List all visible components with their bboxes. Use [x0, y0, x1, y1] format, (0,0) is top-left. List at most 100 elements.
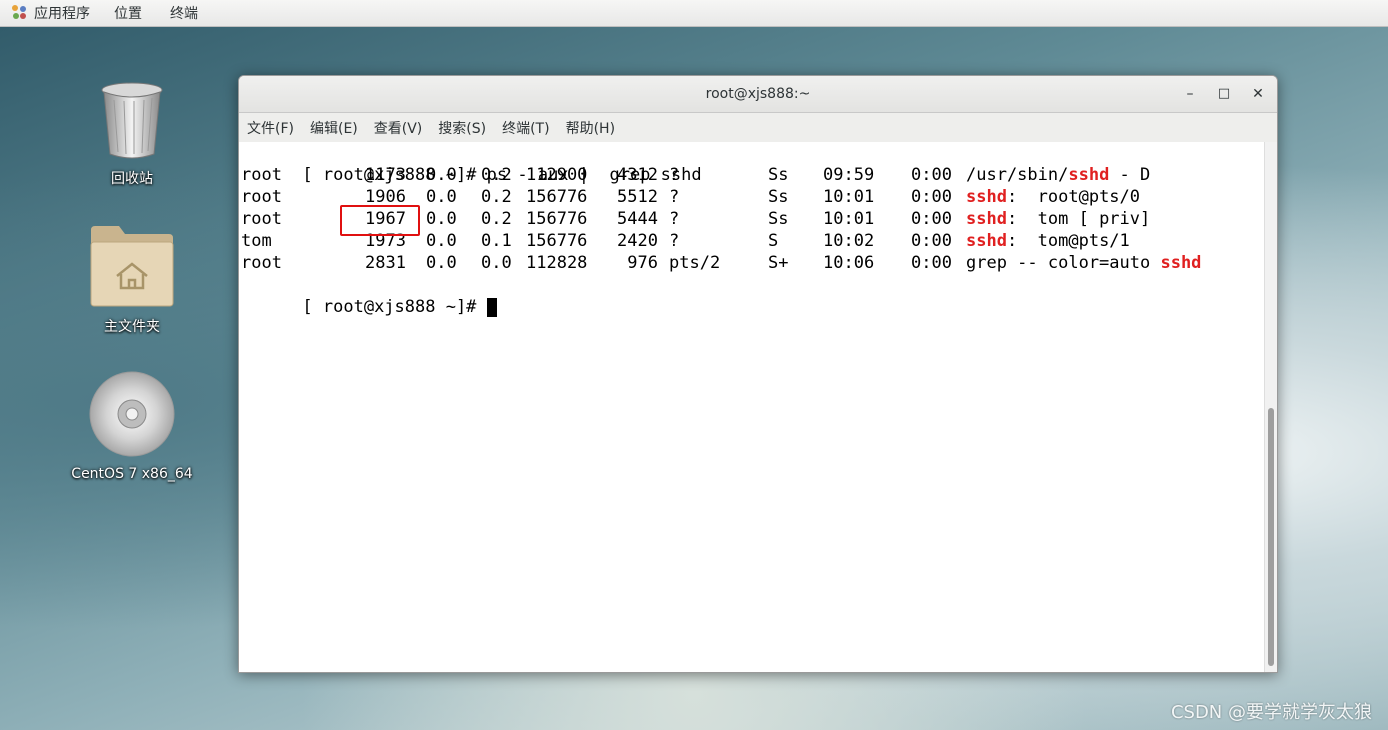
highlighted-match: sshd: [966, 231, 1007, 251]
cell-start: 10:01: [823, 209, 875, 229]
places-menu[interactable]: 位置: [100, 3, 156, 23]
applications-icon: [12, 5, 28, 21]
cell-start: 10:02: [823, 231, 875, 251]
cell-cpu: 0.0: [426, 253, 457, 273]
terminal-output[interactable]: [ root@xjs888 ~]# ps - aux | grep sshd r…: [239, 142, 1265, 672]
cell-rss: 5512: [617, 187, 658, 207]
close-button[interactable]: ✕: [1248, 84, 1268, 104]
cell-pid: 2831: [365, 253, 406, 273]
disc-label: CentOS 7 x86_64: [71, 466, 193, 482]
cell-rss: 2420: [617, 231, 658, 251]
cell-stat: Ss: [768, 165, 789, 185]
scrollbar[interactable]: [1264, 142, 1277, 672]
cell-user: root: [241, 187, 282, 207]
cell-stat: Ss: [768, 209, 789, 229]
cell-vsz: 112828: [526, 253, 588, 273]
top-panel: 应用程序 位置 终端: [0, 0, 1388, 27]
terminal-menu[interactable]: 终端: [156, 3, 212, 23]
cell-tty: ?: [669, 187, 680, 207]
prompt: [ root@xjs888 ~]#: [302, 297, 487, 317]
process-row: root 1173 0.0 0.2 112900 4312? Ss 09:59 0:00/usr…: [241, 164, 1251, 186]
home-label: 主文件夹: [104, 319, 160, 335]
command-text: : tom@pts/1: [1006, 231, 1130, 251]
cell-mem: 0.0: [481, 253, 512, 273]
menu-bar: 文件(F) 编辑(E) 查看(V) 搜索(S) 终端(T) 帮助(H): [239, 113, 1277, 143]
cell-stat: S+: [768, 253, 789, 273]
cell-command: /usr/sbin/sshd - D: [966, 164, 1150, 186]
cell-user: tom: [241, 231, 272, 251]
pid-highlight-box: [340, 205, 420, 236]
cell-time: 0:00: [911, 209, 952, 229]
process-row: root 2831 0.0 0.0 112828 976 pts/2 S+ 10:06 0:00 g…: [241, 252, 1251, 274]
trash-label: 回收站: [111, 171, 153, 187]
cell-start: 10:06: [823, 253, 875, 273]
command-text: - D: [1109, 165, 1151, 185]
cell-vsz: 112900: [526, 165, 588, 185]
command-text: : tom [ priv]: [1006, 209, 1151, 229]
highlighted-match: sshd: [966, 187, 1007, 207]
highlighted-match: sshd: [966, 209, 1007, 229]
cell-mem: 0.1: [481, 231, 512, 251]
menu-file[interactable]: 文件(F): [239, 118, 302, 138]
cell-cpu: 0.0: [426, 231, 457, 251]
cell-start: 09:59: [823, 165, 875, 185]
menu-edit[interactable]: 编辑(E): [302, 118, 366, 138]
disc-icon: [89, 371, 175, 457]
highlighted-match: sshd: [1068, 165, 1110, 185]
cell-vsz: 156776: [526, 209, 588, 229]
desktop-trash[interactable]: 回收站: [67, 80, 197, 188]
command-line: [ root@xjs888 ~]# ps - aux | grep sshd: [241, 142, 701, 185]
applications-label: 应用程序: [34, 6, 90, 22]
cell-user: root: [241, 165, 282, 185]
cell-time: 0:00: [911, 187, 952, 207]
cell-user: root: [241, 253, 282, 273]
cell-command: sshd: tom@pts/1: [966, 230, 1130, 252]
cell-tty: ?: [669, 231, 680, 251]
applications-menu[interactable]: 应用程序: [0, 0, 100, 26]
cell-stat: Ss: [768, 187, 789, 207]
cell-cpu: 0.0: [426, 209, 457, 229]
cell-stat: S: [768, 231, 779, 251]
title-bar[interactable]: root@xjs888:~ – □ ✕: [239, 76, 1277, 113]
minimize-button[interactable]: –: [1180, 84, 1200, 104]
highlighted-match: sshd: [1160, 253, 1202, 273]
cell-mem: 0.2: [481, 209, 512, 229]
cell-mem: 0.2: [481, 187, 512, 207]
cell-time: 0:00: [911, 165, 952, 185]
cell-command: sshd: tom [ priv]: [966, 208, 1150, 230]
cell-command: sshd: root@pts/0: [966, 186, 1140, 208]
text-cursor: [486, 297, 497, 317]
cell-pid: 1173: [365, 165, 406, 185]
cell-vsz: 156776: [526, 187, 588, 207]
scrollbar-thumb[interactable]: [1268, 408, 1274, 666]
cell-command: grep -- color=auto sshd: [966, 252, 1201, 274]
trash-icon: [101, 82, 163, 159]
command-text: : root@pts/0: [1006, 187, 1141, 207]
desktop-home[interactable]: 主文件夹: [67, 224, 197, 336]
maximize-button[interactable]: □: [1214, 84, 1234, 104]
cell-time: 0:00: [911, 253, 952, 273]
cell-rss: 5444: [617, 209, 658, 229]
cell-mem: 0.2: [481, 165, 512, 185]
cell-vsz: 156776: [526, 231, 588, 251]
watermark: CSDN @要学就学灰太狼: [1170, 702, 1372, 723]
cell-time: 0:00: [911, 231, 952, 251]
window-title: root@xjs888:~: [705, 86, 811, 102]
cell-rss: 4312: [617, 165, 658, 185]
cell-cpu: 0.0: [426, 165, 457, 185]
menu-view[interactable]: 查看(V): [366, 118, 431, 138]
menu-search[interactable]: 搜索(S): [430, 118, 494, 138]
cell-tty: ?: [669, 209, 680, 229]
prompt-line: [ root@xjs888 ~]#: [241, 274, 497, 317]
terminal-window: root@xjs888:~ – □ ✕ 文件(F) 编辑(E) 查看(V) 搜索…: [238, 75, 1278, 673]
home-folder-icon: [90, 226, 174, 307]
command-text: /usr/sbin/: [966, 165, 1069, 185]
menu-terminal[interactable]: 终端(T): [494, 118, 557, 138]
command-text: grep -- color=auto: [966, 253, 1161, 273]
cell-user: root: [241, 209, 282, 229]
desktop-disc[interactable]: CentOS 7 x86_64: [67, 370, 197, 482]
cell-cpu: 0.0: [426, 187, 457, 207]
menu-help[interactable]: 帮助(H): [558, 118, 623, 138]
cell-tty: pts/2: [669, 253, 721, 273]
cell-rss: 976: [627, 253, 658, 273]
